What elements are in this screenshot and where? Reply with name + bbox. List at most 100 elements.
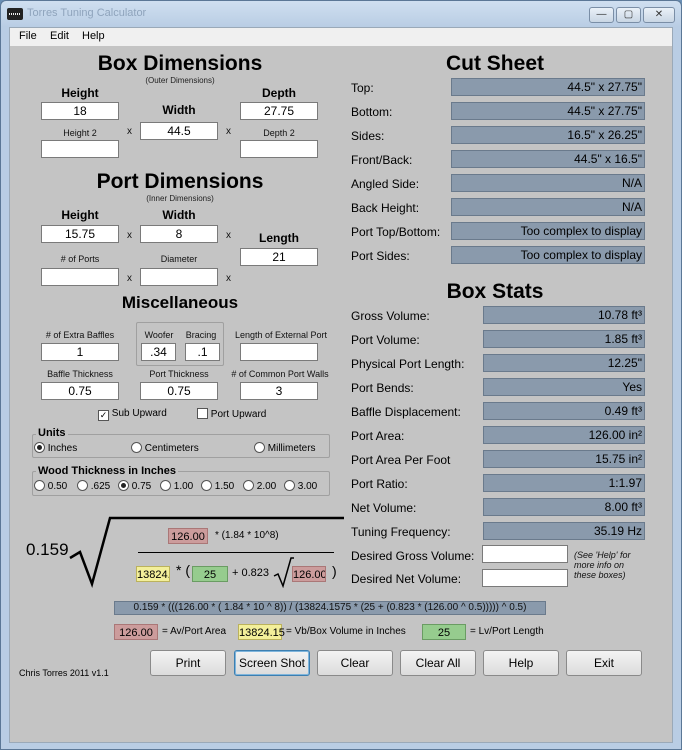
multiply-sign: x [226,230,231,241]
maximize-button[interactable]: ▢ [616,7,641,23]
box-dimensions-subtitle: (Outer Dimensions) [145,76,215,85]
legend-lv-swatch: 25 [422,624,466,640]
stat-port-ratio-value: 1:1.97 [483,474,645,492]
box-depth-input[interactable]: 27.75 [240,102,318,120]
menu-file[interactable]: File [19,30,37,42]
wood-300-radio[interactable]: 3.00 [284,480,317,492]
port-thickness-input[interactable]: 0.75 [140,382,218,400]
baffle-thickness-input[interactable]: 0.75 [41,382,119,400]
units-centimeters-radio[interactable]: Centimeters [131,442,199,454]
units-millimeters-radio[interactable]: Millimeters [254,442,316,454]
cut-front-back-value: 44.5" x 16.5" [451,150,645,168]
bracing-input[interactable]: .1 [185,343,220,361]
stat-baffle-displacement-value: 0.49 ft³ [483,402,645,420]
port-length-input[interactable]: 21 [240,248,318,266]
sub-upward-checkbox[interactable]: ✓ Sub Upward [98,408,167,421]
menu-edit[interactable]: Edit [50,30,69,42]
box-width-label: Width [162,103,196,117]
box-height2-input[interactable] [41,140,119,158]
clear-button[interactable]: Clear [317,650,393,676]
port-length-value: 25 [192,566,228,582]
credit-text: Chris Torres 2011 v1.1 [19,668,109,678]
common-walls-input[interactable]: 3 [240,382,318,400]
units-inches-radio[interactable]: Inches [34,442,77,454]
port-dimensions-subtitle: (Inner Dimensions) [146,194,214,203]
stat-port-volume-label: Port Volume: [351,333,420,347]
wood-050-radio[interactable]: 0.50 [34,480,67,492]
wood-100-radio[interactable]: 1.00 [160,480,193,492]
stat-port-area-label: Port Area: [351,429,405,443]
box-depth2-input[interactable] [240,140,318,158]
port-width-label: Width [162,208,196,222]
stat-port-ratio-label: Port Ratio: [351,477,408,491]
extra-baffles-input[interactable]: 1 [41,343,119,361]
multiply-sign: x [226,273,231,284]
desired-net-volume-input[interactable] [482,569,568,587]
stat-gross-volume-label: Gross Volume: [351,309,430,323]
cut-bottom-label: Bottom: [351,105,393,119]
box-stats-title: Box Stats [446,280,544,303]
cut-port-top-bottom-value: Too complex to display [451,222,645,240]
box-depth-label: Depth [262,86,296,100]
exit-button[interactable]: Exit [566,650,642,676]
desired-gross-volume-input[interactable] [482,545,568,563]
port-diameter-label: Diameter [160,254,198,264]
port-area-value: 126.00 [292,566,326,582]
baffle-thickness-label: Baffle Thickness [47,369,113,379]
help-button[interactable]: Help [483,650,559,676]
radio-icon [160,480,171,491]
cut-front-back-label: Front/Back: [351,153,413,167]
screen-shot-button[interactable]: Screen Shot [234,650,310,676]
external-port-input[interactable] [240,343,318,361]
port-length-label: Length [259,231,299,245]
woofer-input[interactable]: .34 [141,343,176,361]
fraction-line [138,552,334,553]
stat-physical-port-length-value: 12.25" [483,354,645,372]
box-height-label: Height [61,86,99,100]
close-button[interactable]: ✕ [643,7,675,23]
port-width-input[interactable]: 8 [140,225,218,243]
stat-physical-port-length-label: Physical Port Length: [351,357,465,371]
stat-net-volume-value: 8.00 ft³ [483,498,645,516]
wood-0625-radio[interactable]: .625 [77,480,110,492]
port-area-value: 126.00 [168,528,208,544]
radio-icon [284,480,295,491]
legend-av-label: = Av/Port Area [162,626,227,637]
box-width-input[interactable]: 44.5 [140,122,218,140]
legend-lv-label: = Lv/Port Length [470,626,544,637]
port-height-input[interactable]: 15.75 [41,225,119,243]
help-note: (See 'Help' for more info on these boxes… [574,550,631,580]
stat-port-area-per-foot-value: 15.75 in² [483,450,645,468]
port-count-input[interactable] [41,268,119,286]
desired-gross-volume-label: Desired Gross Volume: [351,549,475,563]
legend-av-swatch: 126.00 [114,624,158,640]
cut-bottom-value: 44.5" x 27.75" [451,102,645,120]
multiply-sign: x [226,126,231,137]
denominator-open: * ( [176,562,190,578]
box-height-input[interactable]: 18 [41,102,119,120]
numerator-rest: * (1.84 * 10^8) [215,530,279,541]
desired-net-volume-label: Desired Net Volume: [351,572,462,586]
cut-back-height-value: N/A [451,198,645,216]
woofer-label: Woofer [144,330,174,340]
title-bar: Torres Tuning Calculator — ▢ ✕ [1,1,681,27]
stat-port-bends-label: Port Bends: [351,381,414,395]
denominator-close: ) [332,563,337,579]
port-upward-checkbox[interactable]: Port Upward [197,408,266,420]
menu-help[interactable]: Help [82,30,105,42]
app-waveform-icon [7,8,23,20]
clear-all-button[interactable]: Clear All [400,650,476,676]
wood-150-radio[interactable]: 1.50 [201,480,234,492]
wood-075-radio[interactable]: 0.75 [118,480,151,492]
radio-icon [243,480,254,491]
radio-icon [77,480,88,491]
multiply-sign: x [127,230,132,241]
minimize-button[interactable]: — [589,7,614,23]
print-button[interactable]: Print [150,650,226,676]
cut-port-top-bottom-label: Port Top/Bottom: [351,225,441,239]
wood-200-radio[interactable]: 2.00 [243,480,276,492]
stat-port-area-per-foot-label: Port Area Per Foot [351,453,451,467]
radio-selected-icon [34,442,45,453]
port-diameter-input[interactable] [140,268,218,286]
port-dimensions-title: Port Dimensions [96,170,264,193]
